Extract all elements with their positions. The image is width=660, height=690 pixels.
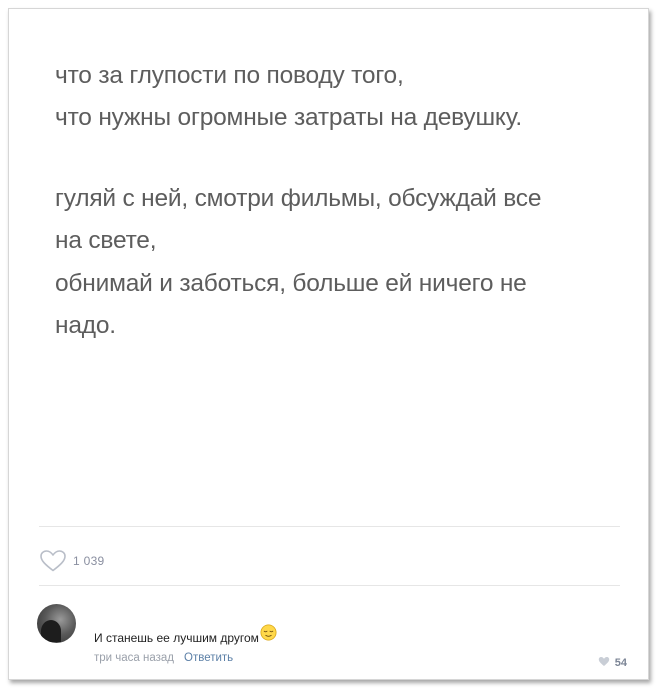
heart-outline-icon: [39, 549, 67, 573]
comment: И станешь ее лучшим другом три часа наза…: [37, 604, 627, 674]
comment-like-button[interactable]: 54: [598, 654, 627, 672]
comment-likes-count: 54: [614, 657, 627, 669]
post-card: что за глупости по поводу того, что нужн…: [8, 8, 649, 680]
divider: [39, 526, 620, 527]
comment-text-row: И станешь ее лучшим другом: [94, 624, 277, 648]
relieved-face-emoji-icon: [260, 624, 277, 644]
likes-count: 1 039: [73, 554, 105, 568]
comment-text: И станешь ее лучшим другом: [94, 631, 259, 645]
post-line: что нужны огромные затраты на девушку.: [55, 104, 522, 132]
reply-link[interactable]: Ответить: [184, 652, 233, 664]
post-line: на свете,: [55, 227, 157, 255]
like-button[interactable]: 1 039: [39, 549, 105, 573]
post-line: гуляй с ней, смотри фильмы, обсуждай все: [55, 185, 542, 213]
post-line: обнимай и заботься, больше ей ничего не: [55, 269, 527, 297]
heart-icon: [598, 654, 610, 672]
avatar[interactable]: [37, 604, 76, 643]
comment-meta: три часа назад Ответить: [94, 652, 233, 664]
post-text: что за глупости по поводу того, что нужн…: [55, 55, 615, 347]
comment-time: три часа назад: [94, 652, 175, 664]
post-line: надо.: [55, 311, 116, 339]
post-line: что за глупости по поводу того,: [55, 62, 404, 89]
divider: [39, 585, 620, 586]
